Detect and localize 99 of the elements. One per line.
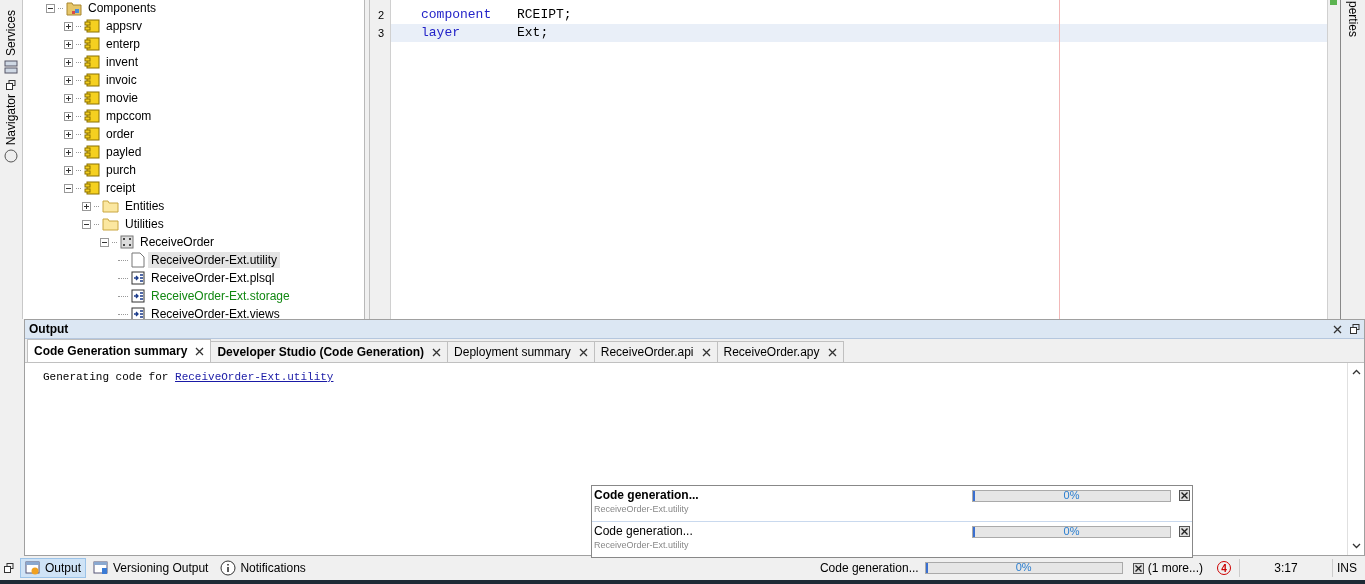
tree-item[interactable]: ReceiveOrder-Ext.views <box>148 306 283 319</box>
component-icon <box>84 37 100 51</box>
component-icon <box>84 109 100 123</box>
tree-item[interactable]: order <box>103 126 137 142</box>
component-icon <box>84 19 100 33</box>
tree-item[interactable]: Utilities <box>122 216 167 232</box>
status-marker <box>1330 0 1337 5</box>
window-button[interactable]: Notifications <box>215 558 311 578</box>
tree-item[interactable]: ReceiveOrder-Ext.storage <box>148 288 293 304</box>
file-link[interactable]: ReceiveOrder-Ext.utility <box>175 371 334 383</box>
grid-icon <box>120 235 134 249</box>
expand-icon[interactable] <box>64 75 73 85</box>
tree-item[interactable]: payled <box>103 144 145 160</box>
restore-icon[interactable] <box>4 563 14 573</box>
expand-icon[interactable] <box>64 39 73 49</box>
code-keyword: component <box>421 6 493 24</box>
collapse-icon[interactable] <box>64 183 73 193</box>
source-file-icon <box>131 289 145 303</box>
expand-icon[interactable] <box>64 93 73 103</box>
window-icon <box>25 561 41 575</box>
collapse-icon[interactable] <box>82 219 91 229</box>
close-icon[interactable] <box>195 346 205 356</box>
expand-icon[interactable] <box>64 129 73 139</box>
scroll-up-icon[interactable] <box>1351 369 1361 375</box>
expand-icon[interactable] <box>82 201 91 211</box>
tree-item[interactable]: invoic <box>103 72 140 88</box>
output-tab[interactable]: ReceiveOrder.api <box>593 341 718 362</box>
task-title: Code generation... <box>594 488 700 502</box>
scroll-down-icon[interactable] <box>1351 543 1361 549</box>
restore-icon[interactable] <box>1350 324 1360 334</box>
source-file-icon <box>131 271 145 285</box>
task-title: Code generation... <box>594 524 694 538</box>
window-icon <box>93 561 110 575</box>
code-value: Ext; <box>517 24 549 42</box>
cancel-button[interactable] <box>1132 562 1144 574</box>
tree-item[interactable]: movie <box>103 90 141 106</box>
compass-icon[interactable] <box>4 149 18 164</box>
folder-icon <box>102 217 119 231</box>
component-icon <box>84 73 100 87</box>
component-icon <box>84 55 100 69</box>
line-number: 3 <box>376 26 385 41</box>
expand-icon[interactable] <box>64 57 73 67</box>
expand-icon[interactable] <box>64 165 73 175</box>
output-tab[interactable]: Deployment summary <box>447 341 595 362</box>
tree-item[interactable]: ReceiveOrder-Ext.plsql <box>148 270 278 286</box>
side-tab[interactable]: Services <box>4 10 18 56</box>
expand-icon[interactable] <box>64 111 73 121</box>
close-icon[interactable] <box>827 347 837 357</box>
tree-item[interactable]: ReceiveOrder-Ext.utility <box>148 252 281 268</box>
progress-bar: 0% <box>924 562 1123 574</box>
tree-item[interactable]: appsrv <box>103 18 146 34</box>
tree-item[interactable]: Components <box>85 0 160 16</box>
component-icon <box>84 181 100 195</box>
server-icon[interactable] <box>4 60 18 74</box>
task-subtitle: ReceiveOrder-Ext.utility <box>594 540 690 550</box>
info-icon <box>220 560 237 576</box>
window-button[interactable]: Versioning Output <box>88 558 214 578</box>
folder-icon <box>66 0 82 16</box>
window-button[interactable]: Output <box>20 558 87 578</box>
collapse-icon[interactable] <box>100 237 109 247</box>
folder-icon <box>102 199 119 213</box>
side-tab[interactable]: perties <box>1346 1 1360 319</box>
tree-item[interactable]: Entities <box>122 198 168 214</box>
more-tasks-link[interactable]: (1 more...) <box>1147 561 1203 575</box>
code-value: RCEIPT; <box>517 6 572 24</box>
panel-title: Output <box>29 322 69 336</box>
output-tab[interactable]: ReceiveOrder.apy <box>716 341 844 362</box>
component-icon <box>84 163 100 177</box>
tree-item[interactable]: enterp <box>103 36 144 52</box>
tree-item[interactable]: mpccom <box>103 108 155 124</box>
output-tab[interactable]: Code Generation summary <box>27 339 212 362</box>
close-icon[interactable] <box>701 347 711 357</box>
cursor-position: 3:17 <box>1273 561 1299 575</box>
collapse-icon[interactable] <box>46 3 55 13</box>
close-icon[interactable] <box>432 347 442 357</box>
line-number: 2 <box>376 8 385 23</box>
expand-icon[interactable] <box>64 21 73 31</box>
task-subtitle: ReceiveOrder-Ext.utility <box>594 504 690 514</box>
close-icon[interactable] <box>1333 324 1342 334</box>
document-icon <box>131 252 145 268</box>
progress-bar: 0% <box>972 490 1172 502</box>
code-keyword: layer <box>421 24 461 42</box>
tree-item[interactable]: rceipt <box>103 180 139 196</box>
component-icon <box>84 127 100 141</box>
task-status: Code generation... <box>819 561 919 575</box>
tree-item[interactable]: ReceiveOrder <box>137 234 218 250</box>
insert-mode: INS <box>1336 561 1358 575</box>
close-icon[interactable] <box>578 347 588 357</box>
restore-icon[interactable] <box>6 80 16 90</box>
tree-item[interactable]: invent <box>103 54 142 70</box>
output-tab[interactable]: Developer Studio (Code Generation) <box>210 341 449 362</box>
expand-icon[interactable] <box>64 147 73 157</box>
component-icon <box>84 145 100 159</box>
tree-item[interactable]: purch <box>103 162 140 178</box>
side-tab[interactable]: Navigator <box>4 94 18 146</box>
progress-bar: 0% <box>972 526 1172 538</box>
cancel-button[interactable] <box>1179 490 1190 501</box>
component-icon <box>84 91 100 105</box>
cancel-button[interactable] <box>1179 526 1190 537</box>
